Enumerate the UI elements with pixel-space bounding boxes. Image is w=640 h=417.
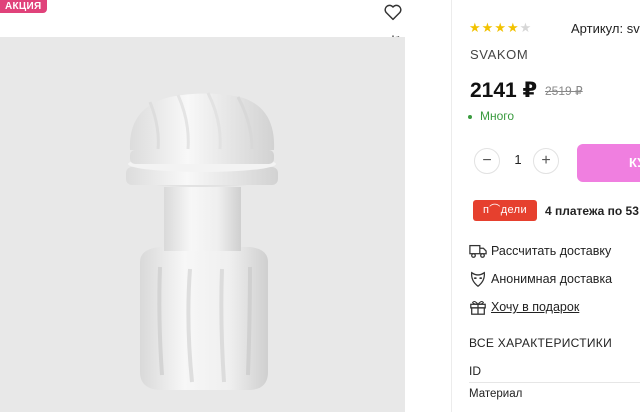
podeli-logo[interactable]: п⌒дели bbox=[473, 200, 537, 221]
spec-row-label: Материал bbox=[469, 388, 523, 400]
product-image[interactable] bbox=[0, 37, 405, 412]
current-price: 2141 ₽ bbox=[470, 79, 538, 102]
brand-link[interactable]: SVAKOM bbox=[470, 47, 528, 62]
stock-status: Много bbox=[468, 109, 514, 123]
panel-divider bbox=[451, 0, 452, 412]
quantity-increase-button[interactable]: + bbox=[533, 148, 559, 174]
old-price: 2519 ₽ bbox=[545, 84, 583, 98]
all-specs-heading[interactable]: ВСЕ ХАРАКТЕРИСТИКИ bbox=[469, 336, 612, 350]
stock-label: Много bbox=[480, 109, 515, 123]
star-icon: ★ bbox=[469, 20, 481, 35]
anonymous-delivery-link[interactable]: Анонимная доставка bbox=[469, 268, 612, 290]
add-to-cart-button[interactable]: ку bbox=[577, 144, 640, 182]
quantity-decrease-button[interactable]: − bbox=[474, 148, 500, 174]
star-icon: ★ bbox=[506, 20, 519, 35]
add-to-cart-label: ку bbox=[629, 155, 640, 170]
quantity-value[interactable]: 1 bbox=[508, 152, 528, 167]
sale-badge: АКЦИЯ bbox=[0, 0, 47, 13]
gift-wish-label: Хочу в подарок bbox=[491, 300, 580, 314]
gift-icon bbox=[470, 300, 486, 315]
stock-dot-icon bbox=[468, 114, 472, 119]
spec-divider bbox=[469, 382, 640, 383]
star-icon: ★ bbox=[519, 20, 532, 35]
star-icon: ★ bbox=[481, 20, 494, 35]
installment-text: 4 платежа по 53 bbox=[545, 204, 639, 218]
anonymous-delivery-label: Анонимная доставка bbox=[491, 272, 613, 286]
rating-stars[interactable]: ★ ★ ★ ★ ★ bbox=[469, 20, 531, 36]
heart-icon[interactable] bbox=[383, 3, 405, 23]
product-gallery: АКЦИЯ bbox=[0, 0, 405, 412]
spec-row-label: ID bbox=[469, 364, 481, 378]
anonymous-mask-icon bbox=[470, 271, 486, 287]
truck-icon bbox=[469, 244, 487, 258]
star-icon: ★ bbox=[494, 20, 506, 35]
calculate-delivery-label: Рассчитать доставку bbox=[491, 244, 612, 258]
calculate-delivery-link[interactable]: Рассчитать доставку bbox=[469, 240, 611, 262]
gift-wish-link[interactable]: Хочу в подарок bbox=[469, 296, 579, 318]
sku-label: Артикул: sv bbox=[571, 21, 640, 36]
